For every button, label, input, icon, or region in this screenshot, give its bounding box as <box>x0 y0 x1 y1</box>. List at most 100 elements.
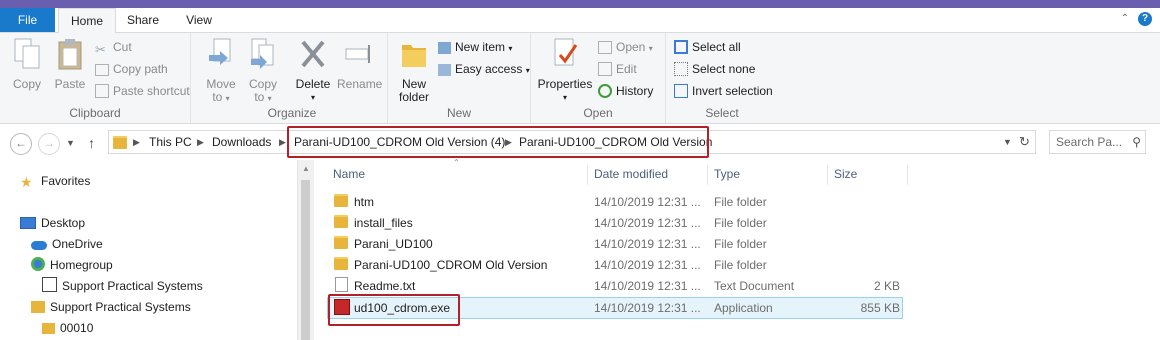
nav-homegroup-label: Homegroup <box>50 258 113 272</box>
breadcrumb-this-pc[interactable]: This PC <box>149 131 192 153</box>
edit-button[interactable]: Edit <box>598 59 637 79</box>
forward-button[interactable]: → <box>38 133 60 155</box>
rename-label: Rename <box>337 77 383 91</box>
file-date: 14/10/2019 12:31 ... <box>594 301 701 315</box>
copy-to-button[interactable]: Copy to ▾ <box>245 37 281 105</box>
chevron-down-icon: ▾ <box>267 94 272 103</box>
cut-label: Cut <box>113 40 132 54</box>
nav-scrollbar[interactable]: ▲ <box>297 160 314 340</box>
column-divider[interactable] <box>587 165 588 185</box>
copy-to-icon <box>251 38 274 69</box>
nav-item-support-user[interactable]: Support Practical Systems <box>42 276 203 296</box>
column-divider[interactable] <box>827 165 828 185</box>
delete-button[interactable]: Delete ▾ <box>293 37 333 104</box>
invert-selection-button[interactable]: Invert selection <box>674 81 773 101</box>
nav-onedrive-label: OneDrive <box>52 237 103 251</box>
nav-item-00010[interactable]: 00010 <box>42 318 93 338</box>
address-row: ← → ▼ ↑ ▶ This PC ▶ Downloads ▶ Parani-U… <box>0 124 1160 160</box>
nav-item-support-folder[interactable]: Support Practical Systems <box>31 297 191 317</box>
up-button[interactable]: ↑ <box>88 133 95 153</box>
minimize-ribbon-icon[interactable]: ⌃ <box>1118 12 1132 26</box>
nav-desktop-label: Desktop <box>41 216 86 230</box>
open-icon <box>598 41 612 54</box>
clipboard-group-label: Clipboard <box>69 106 121 120</box>
file-name: Parani_UD100 <box>354 237 433 251</box>
tab-home[interactable]: Home <box>58 8 116 34</box>
arrow-right-icon: → <box>43 136 55 150</box>
select-all-button[interactable]: Select all <box>674 37 741 57</box>
rename-button[interactable]: Rename <box>337 37 383 91</box>
tab-file[interactable]: File <box>0 8 55 32</box>
file-row[interactable]: htm 14/10/2019 12:31 ... File folder <box>327 192 903 213</box>
open-button[interactable]: Open ▾ <box>598 37 653 57</box>
nav-item-homegroup[interactable]: Homegroup <box>31 255 113 275</box>
file-row[interactable]: install_files 14/10/2019 12:31 ... File … <box>327 213 903 234</box>
tab-share[interactable]: Share <box>118 8 168 32</box>
breadcrumb-downloads[interactable]: Downloads <box>212 131 271 153</box>
history-label: History <box>616 84 654 98</box>
scroll-thumb[interactable] <box>301 180 310 340</box>
nav-item-desktop[interactable]: Desktop <box>20 213 85 233</box>
search-icon: ⚲ <box>1132 135 1141 149</box>
copy-path-button[interactable]: Copy path <box>95 59 168 79</box>
chevron-down-icon: ▾ <box>225 94 230 103</box>
scissors-icon: ✂ <box>95 42 106 57</box>
chevron-down-icon: ▾ <box>562 93 567 102</box>
recent-locations-button[interactable]: ▼ <box>66 133 75 153</box>
search-input[interactable]: Search Pa... ⚲ <box>1049 130 1146 154</box>
refresh-icon[interactable]: ↻ <box>1019 131 1030 153</box>
file-row[interactable]: Parani_UD100 14/10/2019 12:31 ... File f… <box>327 234 903 255</box>
navigation-pane: ★ Favorites Desktop OneDrive Homegroup Su… <box>0 160 313 340</box>
column-divider[interactable] <box>907 165 908 185</box>
help-icon[interactable]: ? <box>1138 12 1152 26</box>
easy-access-button[interactable]: Easy access ▾ <box>438 59 530 79</box>
cloud-icon <box>31 241 47 250</box>
folder-icon <box>42 323 55 334</box>
file-type: File folder <box>714 195 767 209</box>
back-button[interactable]: ← <box>10 133 32 155</box>
column-header-date[interactable]: Date modified <box>594 163 668 185</box>
history-button[interactable]: History <box>598 81 653 101</box>
chevron-right-icon: ▶ <box>197 137 204 147</box>
column-divider[interactable] <box>707 165 708 185</box>
scroll-up-icon[interactable]: ▲ <box>302 164 310 173</box>
organize-group-label: Organize <box>267 106 317 120</box>
chevron-down-icon: ▾ <box>310 93 315 102</box>
cut-button[interactable]: ✂ Cut <box>95 37 132 57</box>
file-type: File folder <box>714 237 767 251</box>
chevron-right-icon: ▶ <box>133 137 140 147</box>
copy-button[interactable]: Copy <box>8 37 46 91</box>
select-all-label: Select all <box>692 40 741 54</box>
move-to-button[interactable]: Move to ▾ <box>203 37 239 105</box>
select-none-button[interactable]: Select none <box>674 59 755 79</box>
column-header-name[interactable]: Name <box>333 163 365 185</box>
column-header-type[interactable]: Type <box>714 163 740 185</box>
column-header-row: ⌃ Name Date modified Type Size <box>313 158 1160 185</box>
nav-item-onedrive[interactable]: OneDrive <box>31 234 103 254</box>
nav-item-favorites[interactable]: ★ Favorites <box>20 171 90 191</box>
edit-label: Edit <box>616 62 637 76</box>
new-item-button[interactable]: New item ▾ <box>438 37 512 57</box>
properties-button[interactable]: Properties ▾ <box>535 37 595 104</box>
column-header-size[interactable]: Size <box>834 163 857 185</box>
homegroup-icon <box>31 257 45 271</box>
invert-selection-icon <box>674 84 688 98</box>
file-size: 2 KB <box>873 279 900 293</box>
chevron-down-icon: ▾ <box>508 44 513 53</box>
select-none-icon <box>674 62 688 76</box>
select-group-label: Select <box>705 106 739 120</box>
paste-button[interactable]: Paste <box>50 37 90 91</box>
file-type: Application <box>714 301 773 315</box>
new-folder-button[interactable]: New folder <box>394 37 434 104</box>
file-size: 855 KB <box>860 301 900 315</box>
search-placeholder: Search Pa... <box>1056 135 1123 149</box>
select-all-icon <box>674 40 688 54</box>
arrow-up-icon: ↑ <box>88 135 95 151</box>
open-label: Open <box>616 40 646 54</box>
tab-view[interactable]: View <box>176 8 222 32</box>
file-row[interactable]: Parani-UD100_CDROM Old Version 14/10/201… <box>327 255 903 276</box>
new-group: New folder New item ▾ Easy access ▾ New <box>388 33 531 123</box>
paste-shortcut-button[interactable]: Paste shortcut <box>95 81 190 101</box>
folder-icon <box>334 234 348 255</box>
address-dropdown-icon[interactable]: ▼ <box>1003 131 1012 153</box>
